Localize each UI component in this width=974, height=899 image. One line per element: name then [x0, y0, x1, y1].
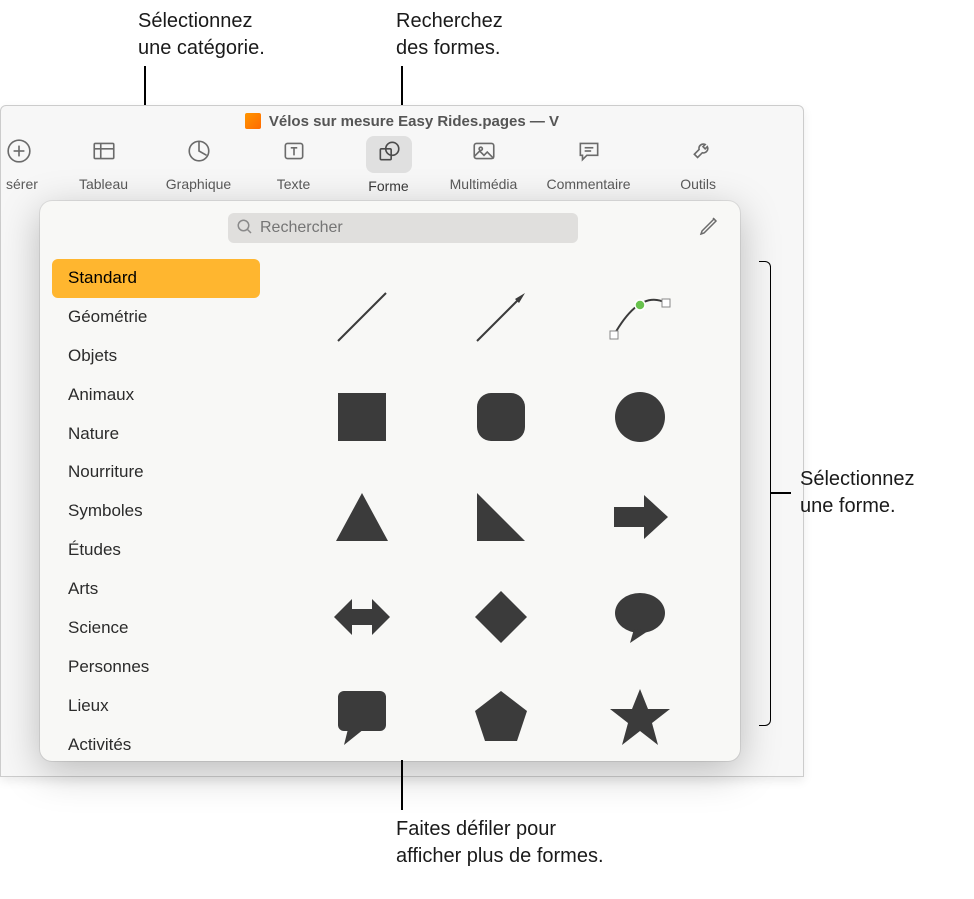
callout-select-shape: Sélectionnez une forme. — [800, 466, 915, 520]
shape-right-triangle[interactable] — [431, 467, 570, 567]
shape-arrow-leftright[interactable] — [292, 567, 431, 667]
search-wrap — [228, 213, 578, 243]
sidebar-item-label: Objets — [68, 346, 117, 365]
search-icon — [236, 218, 254, 241]
shape-star[interactable] — [571, 667, 710, 761]
text-icon — [281, 138, 307, 171]
sidebar-item-symbols[interactable]: Symboles — [52, 492, 260, 531]
sidebar-item-label: Symboles — [68, 501, 143, 520]
shape-callout-square[interactable] — [292, 667, 431, 761]
sidebar-item-people[interactable]: Personnes — [52, 648, 260, 687]
sidebar-item-label: Nourriture — [68, 462, 144, 481]
toolbar: sérer Tableau Graphique Texte Forme Mult… — [0, 130, 804, 200]
toolbar-label: Forme — [368, 178, 408, 194]
sidebar-item-animals[interactable]: Animaux — [52, 376, 260, 415]
toolbar-comment[interactable]: Commentaire — [531, 138, 646, 192]
shapes-grid — [272, 255, 740, 761]
shape-circle[interactable] — [571, 367, 710, 467]
document-title: Vélos sur mesure Easy Rides.pages — V — [269, 113, 559, 130]
sidebar-item-label: Lieux — [68, 696, 109, 715]
document-icon — [245, 113, 261, 129]
plus-circle-icon — [6, 138, 32, 171]
sidebar-item-food[interactable]: Nourriture — [52, 453, 260, 492]
shape-curve[interactable] — [571, 267, 710, 367]
popover-header — [40, 201, 740, 255]
media-icon — [471, 138, 497, 171]
toolbar-text[interactable]: Texte — [246, 138, 341, 192]
shape-triangle[interactable] — [292, 467, 431, 567]
callout-scroll-more: Faites défiler pour afficher plus de for… — [396, 816, 604, 870]
sidebar-item-standard[interactable]: Standard — [52, 259, 260, 298]
sidebar-item-label: Arts — [68, 579, 98, 598]
shapes-popover: Standard Géométrie Objets Animaux Nature… — [40, 201, 740, 761]
callout-search-shapes: Recherchez des formes. — [396, 8, 503, 62]
sidebar-item-science[interactable]: Science — [52, 609, 260, 648]
chart-icon — [186, 138, 212, 171]
callout-line — [401, 760, 403, 810]
shape-rounded-square[interactable] — [431, 367, 570, 467]
toolbar-label: sérer — [6, 176, 38, 192]
toolbar-tools[interactable]: Outils — [646, 138, 716, 192]
shape-speech-bubble[interactable] — [571, 567, 710, 667]
shape-diamond[interactable] — [431, 567, 570, 667]
shape-line[interactable] — [292, 267, 431, 367]
sidebar-item-label: Activités — [68, 735, 131, 754]
shape-pentagon[interactable] — [431, 667, 570, 761]
sidebar-item-studies[interactable]: Études — [52, 531, 260, 570]
callout-select-category: Sélectionnez une catégorie. — [138, 8, 265, 62]
toolbar-label: Outils — [680, 176, 716, 192]
callout-line — [771, 492, 791, 494]
toolbar-table[interactable]: Tableau — [56, 138, 151, 192]
bracket-right — [759, 261, 771, 726]
sidebar-item-arts[interactable]: Arts — [52, 570, 260, 609]
search-input[interactable] — [228, 213, 578, 243]
category-sidebar[interactable]: Standard Géométrie Objets Animaux Nature… — [40, 255, 272, 761]
sidebar-item-label: Animaux — [68, 385, 134, 404]
toolbar-media[interactable]: Multimédia — [436, 138, 531, 192]
table-icon — [91, 138, 117, 171]
shape-icon — [376, 140, 402, 170]
toolbar-label: Texte — [277, 176, 310, 192]
toolbar-shape[interactable]: Forme — [341, 136, 436, 194]
sidebar-item-places[interactable]: Lieux — [52, 687, 260, 726]
sidebar-item-label: Études — [68, 540, 121, 559]
titlebar: Vélos sur mesure Easy Rides.pages — V — [1, 106, 803, 130]
sidebar-item-label: Nature — [68, 424, 119, 443]
toolbar-chart[interactable]: Graphique — [151, 138, 246, 192]
sidebar-item-label: Personnes — [68, 657, 149, 676]
shape-arrow-right[interactable] — [571, 467, 710, 567]
toolbar-label: Multimédia — [450, 176, 518, 192]
shape-square[interactable] — [292, 367, 431, 467]
wrench-icon — [690, 138, 716, 171]
toolbar-label: Graphique — [166, 176, 231, 192]
sidebar-item-geometry[interactable]: Géométrie — [52, 298, 260, 337]
toolbar-label: Tableau — [79, 176, 128, 192]
sidebar-item-activities[interactable]: Activités — [52, 726, 260, 761]
toolbar-insert[interactable]: sérer — [6, 138, 56, 192]
sidebar-item-label: Standard — [68, 268, 137, 287]
sidebar-item-nature[interactable]: Nature — [52, 415, 260, 454]
sidebar-item-label: Géométrie — [68, 307, 147, 326]
sidebar-item-label: Science — [68, 618, 128, 637]
pen-tool-icon[interactable] — [698, 213, 722, 243]
sidebar-item-objects[interactable]: Objets — [52, 337, 260, 376]
toolbar-label: Commentaire — [546, 176, 630, 192]
comment-icon — [576, 138, 602, 171]
shape-arrow-line[interactable] — [431, 267, 570, 367]
popover-body: Standard Géométrie Objets Animaux Nature… — [40, 255, 740, 761]
